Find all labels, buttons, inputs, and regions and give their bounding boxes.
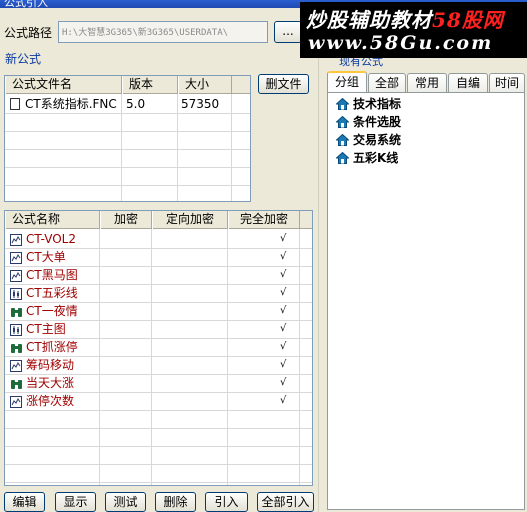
- full-encrypt-check: √: [280, 305, 287, 316]
- tree-item[interactable]: 交易系统: [335, 131, 402, 149]
- formula-row[interactable]: 涨停次数 √: [5, 392, 299, 410]
- path-value: H:\大智慧3G365\新3G365\USERDATA\: [62, 28, 229, 38]
- formula-row[interactable]: CT主图 √: [5, 320, 299, 338]
- watermark-text-suffix: 58股网: [432, 8, 504, 32]
- formula-col-full-encrypt[interactable]: 完全加密: [228, 211, 300, 229]
- import-all-button[interactable]: 全部引入: [257, 492, 314, 512]
- tab-time[interactable]: 时间: [489, 73, 525, 93]
- formula-name: CT五彩线: [26, 286, 78, 300]
- tree-item[interactable]: 五彩K线: [335, 149, 399, 167]
- path-label: 公式路径: [4, 26, 53, 40]
- tab-common[interactable]: 常用: [407, 73, 447, 93]
- folder-home-icon: [335, 97, 350, 110]
- formula-row[interactable]: CT-VOL2 √: [5, 230, 299, 248]
- browse-button[interactable]: ...: [274, 21, 302, 43]
- tab-custom[interactable]: 自编: [448, 73, 488, 93]
- path-field[interactable]: H:\大智慧3G365\新3G365\USERDATA\: [58, 21, 268, 43]
- formula-list-header: 公式名称 加密 定向加密 完全加密: [5, 211, 312, 229]
- full-encrypt-check: √: [280, 395, 287, 406]
- file-size: 57350: [181, 97, 220, 111]
- full-encrypt-check: √: [280, 251, 287, 262]
- formula-name: 筹码移动: [26, 358, 75, 372]
- full-encrypt-check: √: [280, 341, 287, 352]
- formula-row[interactable]: CT五彩线 √: [5, 284, 299, 302]
- window-title: 公式引入: [4, 0, 48, 8]
- indicator-icon: [10, 269, 23, 282]
- new-formula-label: 新公式: [5, 52, 42, 66]
- folder-home-icon: [335, 133, 350, 146]
- full-encrypt-check: √: [280, 377, 287, 388]
- tree-item-label: 五彩K线: [353, 151, 399, 165]
- formula-row[interactable]: 筹码移动 √: [5, 356, 299, 374]
- file-col-version[interactable]: 版本: [122, 76, 178, 94]
- file-icon: [10, 98, 20, 110]
- formula-row[interactable]: CT大单 √: [5, 248, 299, 266]
- full-encrypt-check: √: [280, 269, 287, 280]
- formula-row[interactable]: 当天大涨 √: [5, 374, 299, 392]
- formula-row[interactable]: CT抓涨停 √: [5, 338, 299, 356]
- formula-col-encrypt[interactable]: 加密: [100, 211, 152, 229]
- file-list-header: 公式文件名 版本 大小: [5, 76, 250, 94]
- full-encrypt-check: √: [280, 323, 287, 334]
- formula-row[interactable]: CT黑马图 √: [5, 266, 299, 284]
- formula-col-name[interactable]: 公式名称: [5, 211, 100, 229]
- delete-button[interactable]: 删除: [155, 492, 196, 512]
- existing-formula-tree[interactable]: 技术指标条件选股交易系统五彩K线: [327, 92, 525, 510]
- tree-item-label: 技术指标: [353, 97, 402, 111]
- file-name: CT系统指标.FNC: [25, 97, 117, 111]
- formula-list[interactable]: 公式名称 加密 定向加密 完全加密 CT-VOL2 √ CT大单 √ CT黑马图 √ CT五…: [4, 210, 313, 486]
- binoculars-icon: [10, 305, 23, 317]
- watermark-banner: 炒股辅助教材58股网 www.58Gu.com: [300, 2, 527, 58]
- watermark-url: www.58Gu.com: [308, 32, 494, 54]
- indicator-icon: [10, 251, 23, 264]
- import-button[interactable]: 引入: [205, 492, 248, 512]
- delete-file-button[interactable]: 删文件: [258, 74, 309, 94]
- indicator-icon: [10, 233, 23, 246]
- tree-item[interactable]: 技术指标: [335, 95, 402, 113]
- watermark-text-prefix: 炒股辅助教材: [306, 8, 432, 32]
- binoculars-icon: [10, 377, 23, 389]
- kline-icon: [10, 287, 23, 300]
- tab-all[interactable]: 全部: [368, 73, 406, 93]
- file-version: 5.0: [126, 97, 146, 111]
- edit-button[interactable]: 编辑: [4, 492, 45, 512]
- tree-item[interactable]: 条件选股: [335, 113, 402, 131]
- full-encrypt-check: √: [280, 287, 287, 298]
- formula-name: CT-VOL2: [26, 232, 76, 246]
- file-list[interactable]: 公式文件名 版本 大小 CT系统指标.FNC 5.0 57350: [4, 75, 251, 202]
- formula-name: CT抓涨停: [26, 340, 78, 354]
- full-encrypt-check: √: [280, 233, 287, 244]
- folder-home-icon: [335, 151, 350, 164]
- file-col-name[interactable]: 公式文件名: [5, 76, 122, 94]
- show-button[interactable]: 显示: [55, 492, 96, 512]
- formula-name: CT大单: [26, 250, 66, 264]
- indicator-icon: [10, 359, 23, 372]
- indicator-icon: [10, 395, 23, 408]
- kline-icon: [10, 323, 23, 336]
- tree-item-label: 条件选股: [353, 115, 402, 129]
- formula-name: CT一夜情: [26, 304, 78, 318]
- file-row[interactable]: CT系统指标.FNC 5.0 57350: [5, 95, 231, 113]
- formula-name: 当天大涨: [26, 376, 75, 390]
- formula-col-targeted-encrypt[interactable]: 定向加密: [152, 211, 228, 229]
- formula-name: CT主图: [26, 322, 66, 336]
- binoculars-icon: [10, 341, 23, 353]
- tree-item-label: 交易系统: [353, 133, 402, 147]
- file-col-size[interactable]: 大小: [178, 76, 232, 94]
- formula-name: 涨停次数: [26, 394, 75, 408]
- formula-name: CT黑马图: [26, 268, 78, 282]
- formula-row[interactable]: CT一夜情 √: [5, 302, 299, 320]
- full-encrypt-check: √: [280, 359, 287, 370]
- folder-home-icon: [335, 115, 350, 128]
- test-button[interactable]: 测试: [105, 492, 146, 512]
- tab-group[interactable]: 分组: [327, 71, 367, 93]
